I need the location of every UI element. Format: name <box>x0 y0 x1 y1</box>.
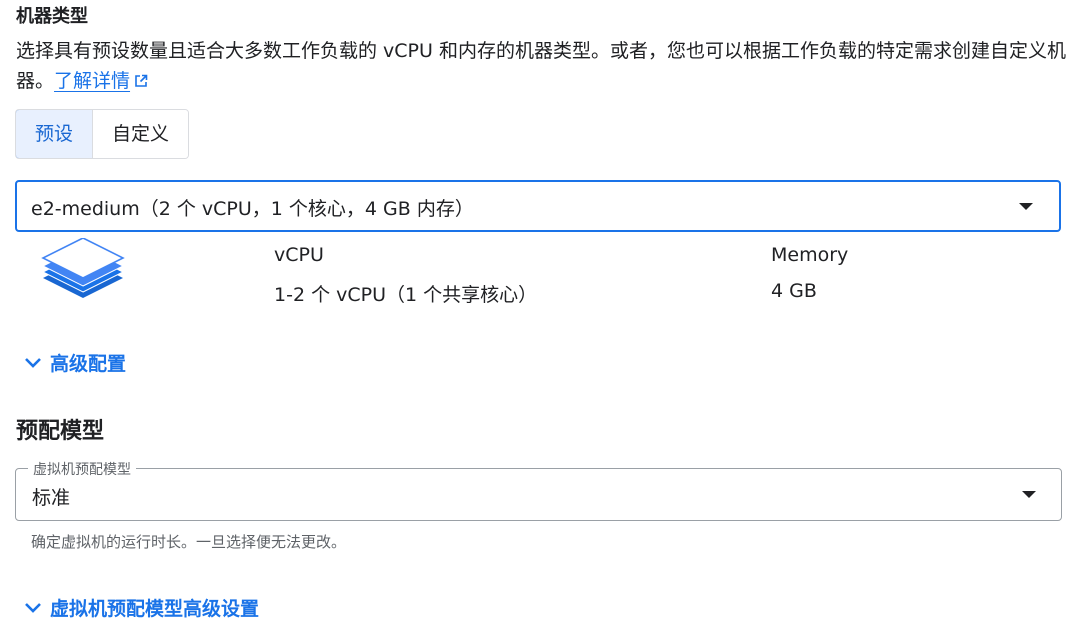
memory-value: 4 GB <box>771 280 817 302</box>
tab-custom[interactable]: 自定义 <box>92 110 189 158</box>
machine-type-title: 机器类型 <box>16 6 88 27</box>
vcpu-value: 1-2 个 vCPU（1 个共享核心） <box>274 284 538 306</box>
machine-type-description: 选择具有预设数量且适合大多数工作负载的 vCPU 和内存的机器类型。或者，您也可… <box>16 36 1066 97</box>
provisioning-advanced-label: 虚拟机预配模型高级设置 <box>50 598 260 620</box>
provisioning-hint: 确定虚拟机的运行时长。一旦选择便无法更改。 <box>31 533 347 551</box>
dropdown-arrow-icon <box>1022 491 1036 498</box>
description-text: 选择具有预设数量且适合大多数工作负载的 vCPU 和内存的机器类型。或者，您也可… <box>16 40 1066 92</box>
provisioning-model-select[interactable]: 虚拟机预配模型 标准 <box>15 459 1062 521</box>
provisioning-selected-value: 标准 <box>32 487 71 509</box>
machine-type-select[interactable]: e2-medium（2 个 vCPU，1 个核心，4 GB 内存） <box>15 180 1061 232</box>
learn-more-label: 了解详情 <box>54 70 131 92</box>
chevron-down-icon <box>24 597 42 619</box>
provisioning-title: 预配模型 <box>16 419 105 444</box>
advanced-config-toggle[interactable]: 高级配置 <box>24 349 126 376</box>
layers-stack-icon <box>38 237 128 322</box>
learn-more-link[interactable]: 了解详情 <box>54 70 148 92</box>
chevron-down-icon <box>24 352 42 374</box>
provisioning-advanced-toggle[interactable]: 虚拟机预配模型高级设置 <box>24 594 259 621</box>
machine-type-selected-value: e2-medium（2 个 vCPU，1 个核心，4 GB 内存） <box>31 198 474 220</box>
external-link-icon <box>134 67 148 97</box>
advanced-config-label: 高级配置 <box>50 353 127 375</box>
memory-label: Memory <box>771 244 849 266</box>
vcpu-label: vCPU <box>274 244 324 266</box>
dropdown-arrow-icon <box>1019 203 1033 210</box>
provisioning-field-label: 虚拟机预配模型 <box>28 459 136 479</box>
tab-preset[interactable]: 预设 <box>16 110 94 158</box>
machine-config-toggle: 预设 自定义 <box>15 109 190 159</box>
